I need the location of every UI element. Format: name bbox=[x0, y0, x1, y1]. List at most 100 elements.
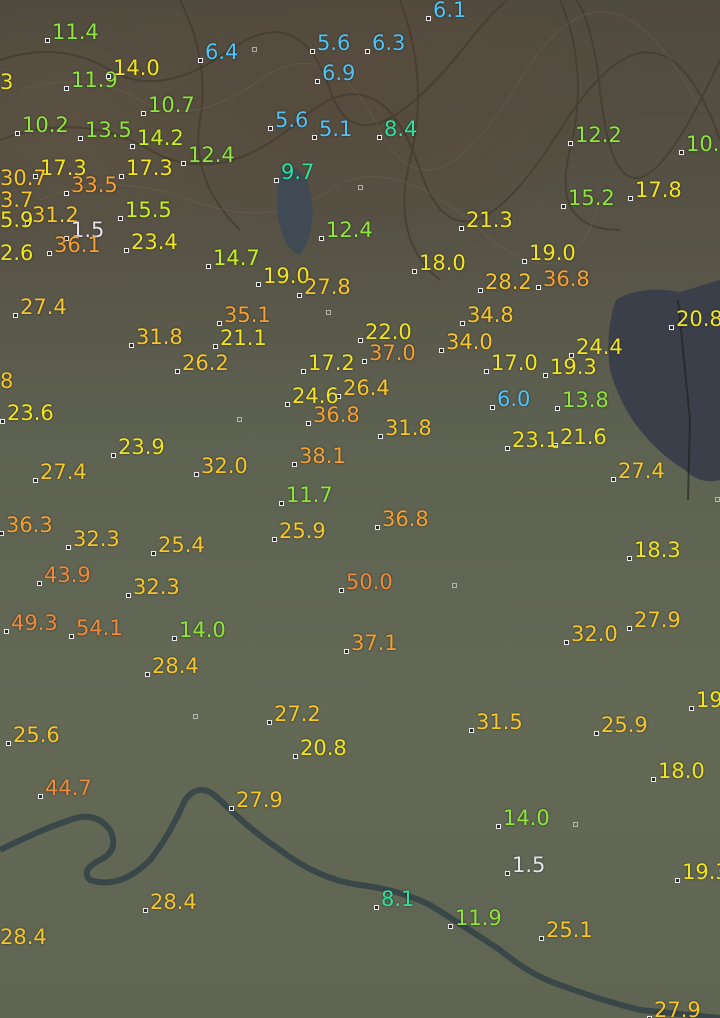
station-marker[interactable] bbox=[374, 905, 379, 910]
station-marker[interactable] bbox=[274, 178, 279, 183]
station-marker[interactable] bbox=[145, 672, 150, 677]
station-marker[interactable] bbox=[126, 593, 131, 598]
station-marker[interactable] bbox=[66, 545, 71, 550]
station-marker[interactable] bbox=[505, 871, 510, 876]
station-marker[interactable] bbox=[568, 141, 573, 146]
station-marker[interactable] bbox=[339, 588, 344, 593]
station-marker[interactable] bbox=[124, 248, 129, 253]
station-marker[interactable] bbox=[267, 720, 272, 725]
station-marker[interactable] bbox=[362, 359, 367, 364]
station-marker[interactable] bbox=[130, 144, 135, 149]
station-marker[interactable] bbox=[175, 369, 180, 374]
station-marker[interactable] bbox=[301, 369, 306, 374]
station-marker[interactable] bbox=[194, 472, 199, 477]
station-marker[interactable] bbox=[268, 126, 273, 131]
station-marker[interactable] bbox=[33, 478, 38, 483]
station-marker[interactable] bbox=[628, 196, 633, 201]
station-value: 28.4 bbox=[150, 890, 197, 914]
station-value: 10. bbox=[686, 132, 720, 156]
station-marker[interactable] bbox=[78, 136, 83, 141]
station-marker[interactable] bbox=[669, 325, 674, 330]
station-marker[interactable] bbox=[460, 321, 465, 326]
station-marker[interactable] bbox=[13, 313, 18, 318]
station-marker[interactable] bbox=[594, 731, 599, 736]
station-value: 50.0 bbox=[346, 570, 393, 594]
station-marker[interactable] bbox=[439, 348, 444, 353]
station-marker[interactable] bbox=[459, 226, 464, 231]
station-marker[interactable] bbox=[6, 741, 11, 746]
station-marker[interactable] bbox=[111, 453, 116, 458]
station-marker[interactable] bbox=[627, 626, 632, 631]
station-marker[interactable] bbox=[344, 649, 349, 654]
station-marker[interactable] bbox=[505, 446, 510, 451]
station-marker[interactable] bbox=[69, 634, 74, 639]
station-marker[interactable] bbox=[365, 49, 370, 54]
station-marker[interactable] bbox=[256, 282, 261, 287]
station-marker[interactable] bbox=[15, 131, 20, 136]
station-marker[interactable] bbox=[297, 293, 302, 298]
station-marker[interactable] bbox=[319, 236, 324, 241]
station-marker[interactable] bbox=[679, 150, 684, 155]
station-marker[interactable] bbox=[106, 74, 111, 79]
station-marker[interactable] bbox=[522, 259, 527, 264]
station-marker[interactable] bbox=[675, 878, 680, 883]
station-marker[interactable] bbox=[118, 216, 123, 221]
station-marker[interactable] bbox=[4, 629, 9, 634]
station-value: 8 bbox=[0, 369, 14, 393]
station-marker[interactable] bbox=[375, 525, 380, 530]
station-marker[interactable] bbox=[151, 551, 156, 556]
station-marker[interactable] bbox=[496, 824, 501, 829]
station-marker[interactable] bbox=[561, 204, 566, 209]
station-marker[interactable] bbox=[469, 728, 474, 733]
station-marker[interactable] bbox=[47, 251, 52, 256]
station-marker[interactable] bbox=[45, 38, 50, 43]
station-marker[interactable] bbox=[143, 908, 148, 913]
station-marker[interactable] bbox=[172, 636, 177, 641]
station-marker[interactable] bbox=[141, 111, 146, 116]
station-marker[interactable] bbox=[448, 924, 453, 929]
station-marker[interactable] bbox=[426, 16, 431, 21]
station-marker[interactable] bbox=[206, 264, 211, 269]
station-marker[interactable] bbox=[64, 191, 69, 196]
station-value: 37.0 bbox=[369, 341, 416, 365]
station-marker[interactable] bbox=[213, 344, 218, 349]
station-marker[interactable] bbox=[536, 285, 541, 290]
station-marker[interactable] bbox=[0, 531, 4, 536]
station-marker[interactable] bbox=[312, 135, 317, 140]
station-marker[interactable] bbox=[293, 754, 298, 759]
station-marker[interactable] bbox=[229, 806, 234, 811]
station-marker[interactable] bbox=[651, 777, 656, 782]
station-marker[interactable] bbox=[37, 581, 42, 586]
station-marker[interactable] bbox=[285, 402, 290, 407]
station-marker[interactable] bbox=[564, 640, 569, 645]
station-marker[interactable] bbox=[279, 501, 284, 506]
station-marker[interactable] bbox=[377, 135, 382, 140]
station-marker[interactable] bbox=[555, 406, 560, 411]
station-value: 21.3 bbox=[466, 208, 513, 232]
station-marker[interactable] bbox=[38, 794, 43, 799]
station-marker[interactable] bbox=[198, 58, 203, 63]
station-marker[interactable] bbox=[543, 373, 548, 378]
map-canvas[interactable]: 6.1 11.4 6.4 5.6 6.3 11.9 14.0 6.9 10.7 5.6 10.2 13… bbox=[0, 0, 720, 1018]
station-marker[interactable] bbox=[627, 556, 632, 561]
station-marker[interactable] bbox=[689, 706, 694, 711]
station-marker[interactable] bbox=[358, 338, 363, 343]
station-marker[interactable] bbox=[119, 174, 124, 179]
station-marker[interactable] bbox=[129, 343, 134, 348]
station-marker[interactable] bbox=[272, 537, 277, 542]
station-marker[interactable] bbox=[484, 369, 489, 374]
station-marker[interactable] bbox=[378, 434, 383, 439]
station-value: 6.1 bbox=[433, 0, 467, 22]
station-marker[interactable] bbox=[539, 936, 544, 941]
station-marker[interactable] bbox=[64, 86, 69, 91]
station-marker[interactable] bbox=[315, 79, 320, 84]
station-marker[interactable] bbox=[181, 161, 186, 166]
station-marker[interactable] bbox=[292, 462, 297, 467]
station-marker[interactable] bbox=[611, 477, 616, 482]
station-marker[interactable] bbox=[490, 405, 495, 410]
station-marker[interactable] bbox=[310, 49, 315, 54]
station-marker[interactable] bbox=[478, 288, 483, 293]
station-marker[interactable] bbox=[0, 419, 5, 424]
station-marker[interactable] bbox=[412, 269, 417, 274]
station-marker[interactable] bbox=[306, 421, 311, 426]
